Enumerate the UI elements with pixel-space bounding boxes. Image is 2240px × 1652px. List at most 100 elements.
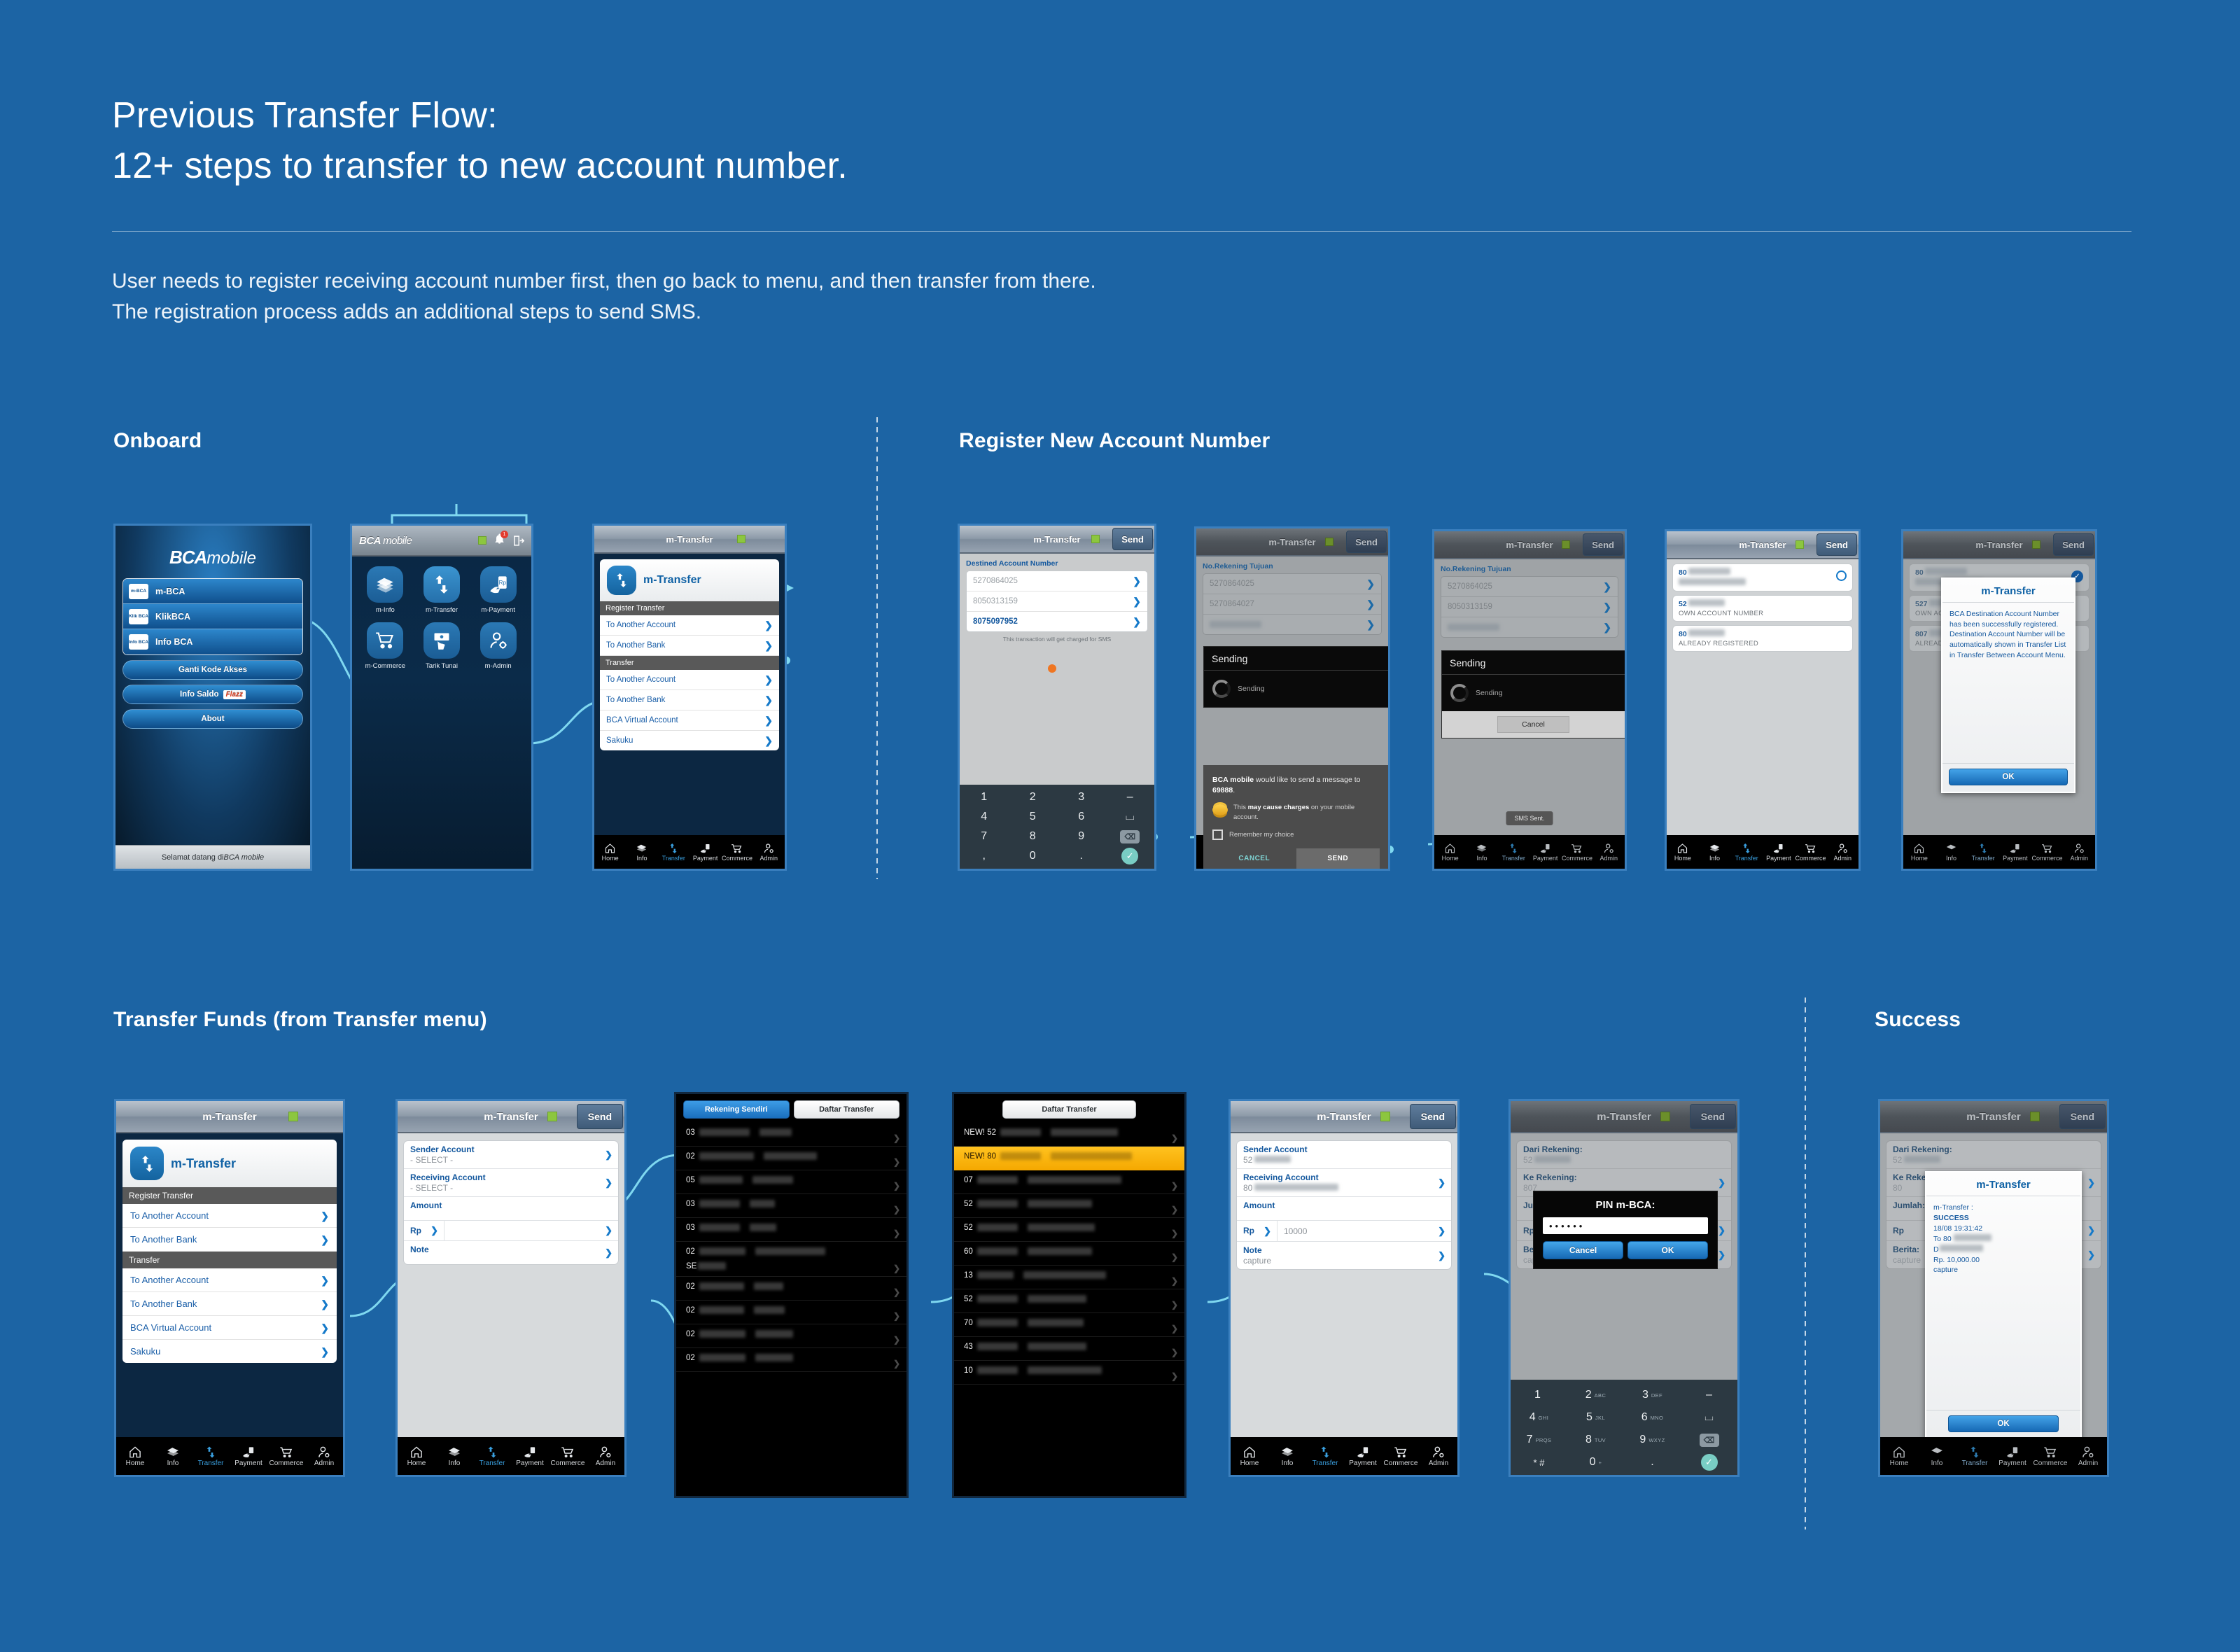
tab-transfer[interactable]: Transfer	[1306, 1437, 1344, 1475]
key-8[interactable]: 8 TUV	[1567, 1429, 1624, 1451]
field-receiving-account[interactable]: Receiving Account - SELECT - ❯	[404, 1169, 618, 1197]
key-3[interactable]: 3	[1057, 788, 1106, 807]
list-item[interactable]: 52 ❯	[954, 1218, 1184, 1242]
account-row[interactable]: ❯	[1203, 615, 1381, 634]
key-enter[interactable]: ✓	[1106, 846, 1155, 866]
list-item-highlighted[interactable]: NEW! 80	[954, 1147, 1184, 1170]
key-backspace[interactable]: ⌫	[1106, 827, 1155, 846]
menu-row-bca-virtual-account[interactable]: BCA Virtual Account ❯	[122, 1316, 337, 1340]
menu-row-register-to-another-bank[interactable]: To Another Bank ❯	[600, 636, 779, 656]
tab-daftar-transfer[interactable]: Daftar Transfer	[793, 1100, 899, 1119]
menu-row-register-to-another-bank[interactable]: To Another Bank ❯	[122, 1228, 337, 1252]
list-item[interactable]: 02 ❯	[676, 1277, 906, 1301]
key-space[interactable]: ⌴	[1106, 807, 1155, 827]
menu-tile-m-transfer[interactable]: m-Transfer	[416, 566, 468, 614]
tab-admin[interactable]: Admin	[753, 835, 785, 869]
tab-info[interactable]: Info	[1268, 1437, 1306, 1475]
menu-tile-m-commerce[interactable]: m-Commerce	[359, 622, 412, 670]
menu-row-register-to-another-account[interactable]: To Another Account ❯	[122, 1204, 337, 1228]
key-period[interactable]: .	[1057, 846, 1106, 866]
field-amount[interactable]: Rp ❯ 10000 ❯	[1237, 1221, 1451, 1242]
key-7[interactable]: 7	[960, 827, 1009, 846]
account-row[interactable]: 8050313159 ❯	[967, 592, 1147, 612]
key-dash[interactable]: –	[1106, 788, 1155, 807]
tab-info[interactable]: Info	[1466, 835, 1497, 869]
menu-row-transfer-to-another-account[interactable]: To Another Account ❯	[600, 670, 779, 690]
key-7[interactable]: 7 PRQS	[1511, 1429, 1567, 1451]
tab-home[interactable]: Home	[116, 1437, 154, 1475]
field-receiving-account[interactable]: Receiving Account 80 ❯	[1237, 1169, 1451, 1197]
tab-transfer[interactable]: Transfer	[192, 1437, 230, 1475]
tab-home[interactable]: Home	[1667, 835, 1699, 869]
list-item[interactable]: 52 ❯	[954, 1289, 1184, 1313]
account-row[interactable]: 5270864025 ❯	[967, 571, 1147, 592]
list-item[interactable]: 02 SE ❯	[676, 1242, 906, 1277]
menu-row-transfer-to-another-account[interactable]: To Another Account ❯	[122, 1268, 337, 1292]
tab-payment[interactable]: Payment	[1530, 835, 1561, 869]
tab-admin[interactable]: Admin	[1420, 1437, 1457, 1475]
key-1[interactable]: 1	[960, 788, 1009, 807]
list-item[interactable]: 10 ❯	[954, 1361, 1184, 1385]
menu-tile-m-payment[interactable]: Rp m-Payment	[472, 566, 524, 614]
tab-commerce[interactable]: Commerce	[267, 1437, 305, 1475]
list-item[interactable]: 60 ❯	[954, 1242, 1184, 1266]
account-card-own[interactable]: 52 OWN ACCOUNT NUMBER	[1672, 595, 1853, 622]
tab-commerce[interactable]: Commerce	[1795, 835, 1827, 869]
field-note[interactable]: Note capture ❯	[1237, 1242, 1451, 1269]
field-sender-account[interactable]: Sender Account - SELECT - ❯	[404, 1141, 618, 1169]
tab-info[interactable]: Info	[435, 1437, 473, 1475]
list-item[interactable]: 03 ❯	[676, 1194, 906, 1218]
tab-commerce[interactable]: Commerce	[2031, 835, 2064, 869]
key-5[interactable]: 5	[1009, 807, 1058, 827]
account-row[interactable]: 5270864025 ❯	[1441, 577, 1618, 597]
key-6[interactable]: 6 MNO	[1624, 1406, 1681, 1429]
account-row[interactable]: 5270864025 ❯	[1203, 574, 1381, 594]
tab-info[interactable]: Info	[1918, 1437, 1956, 1475]
key-backspace[interactable]: ⌫	[1681, 1429, 1737, 1451]
dialog-ok-button[interactable]: OK	[1949, 769, 2068, 785]
notification-bell-icon[interactable]: 1	[493, 531, 508, 548]
tab-admin[interactable]: Admin	[587, 1437, 624, 1475]
tab-admin[interactable]: Admin	[1593, 835, 1625, 869]
key-3[interactable]: 3 DEF	[1624, 1384, 1681, 1406]
tab-payment[interactable]: Payment	[511, 1437, 549, 1475]
tab-home[interactable]: Home	[1903, 835, 1935, 869]
key-9[interactable]: 9	[1057, 827, 1106, 846]
about-button[interactable]: About	[122, 709, 303, 729]
tab-info[interactable]: Info	[154, 1437, 192, 1475]
sms-send-button[interactable]: SEND	[1296, 848, 1380, 869]
pin-ok-button[interactable]: OK	[1628, 1241, 1708, 1259]
field-sender-account[interactable]: Sender Account 52	[1237, 1141, 1451, 1169]
list-item[interactable]: 02 ❯	[676, 1348, 906, 1372]
menu-row-register-to-another-account[interactable]: To Another Account ❯	[600, 615, 779, 636]
tab-transfer[interactable]: Transfer	[1956, 1437, 1994, 1475]
list-item[interactable]: 43 ❯	[954, 1337, 1184, 1361]
account-row[interactable]: 5270864027 ❯	[1203, 594, 1381, 615]
send-button[interactable]: Send	[2059, 1104, 2106, 1129]
key-5[interactable]: 5 JKL	[1567, 1406, 1624, 1429]
account-row[interactable]: ❯	[1441, 617, 1618, 637]
list-item[interactable]: 03 ❯	[676, 1123, 906, 1147]
tab-payment[interactable]: Payment	[1763, 835, 1795, 869]
key-0[interactable]: 0 +	[1567, 1451, 1624, 1474]
menu-row-bca-virtual-account[interactable]: BCA Virtual Account ❯	[600, 710, 779, 731]
menu-tile-m-info[interactable]: m-Info	[359, 566, 412, 614]
field-amount[interactable]: Rp ❯ ❯	[404, 1221, 618, 1241]
tab-commerce[interactable]: Commerce	[721, 835, 752, 869]
tab-home[interactable]: Home	[594, 835, 626, 869]
tab-commerce[interactable]: Commerce	[1561, 835, 1592, 869]
login-item-klikbca[interactable]: Klik BCA KlikBCA	[123, 604, 302, 629]
key-dash[interactable]: –	[1681, 1384, 1737, 1406]
tab-rekening-sendiri[interactable]: Rekening Sendiri	[683, 1100, 790, 1119]
send-button[interactable]: Send	[2053, 533, 2094, 556]
list-item[interactable]: 52 ❯	[954, 1194, 1184, 1218]
menu-tile-m-admin[interactable]: m-Admin	[472, 622, 524, 670]
key-0[interactable]: 0	[1009, 846, 1058, 866]
tab-commerce[interactable]: Commerce	[2031, 1437, 2069, 1475]
key-1[interactable]: 1	[1511, 1384, 1567, 1406]
tab-info[interactable]: Info	[1699, 835, 1731, 869]
send-button[interactable]: Send	[576, 1104, 623, 1129]
logout-icon[interactable]	[512, 535, 524, 547]
ganti-kode-akses-button[interactable]: Ganti Kode Akses	[122, 660, 303, 680]
list-item[interactable]: 05 ❯	[676, 1170, 906, 1194]
